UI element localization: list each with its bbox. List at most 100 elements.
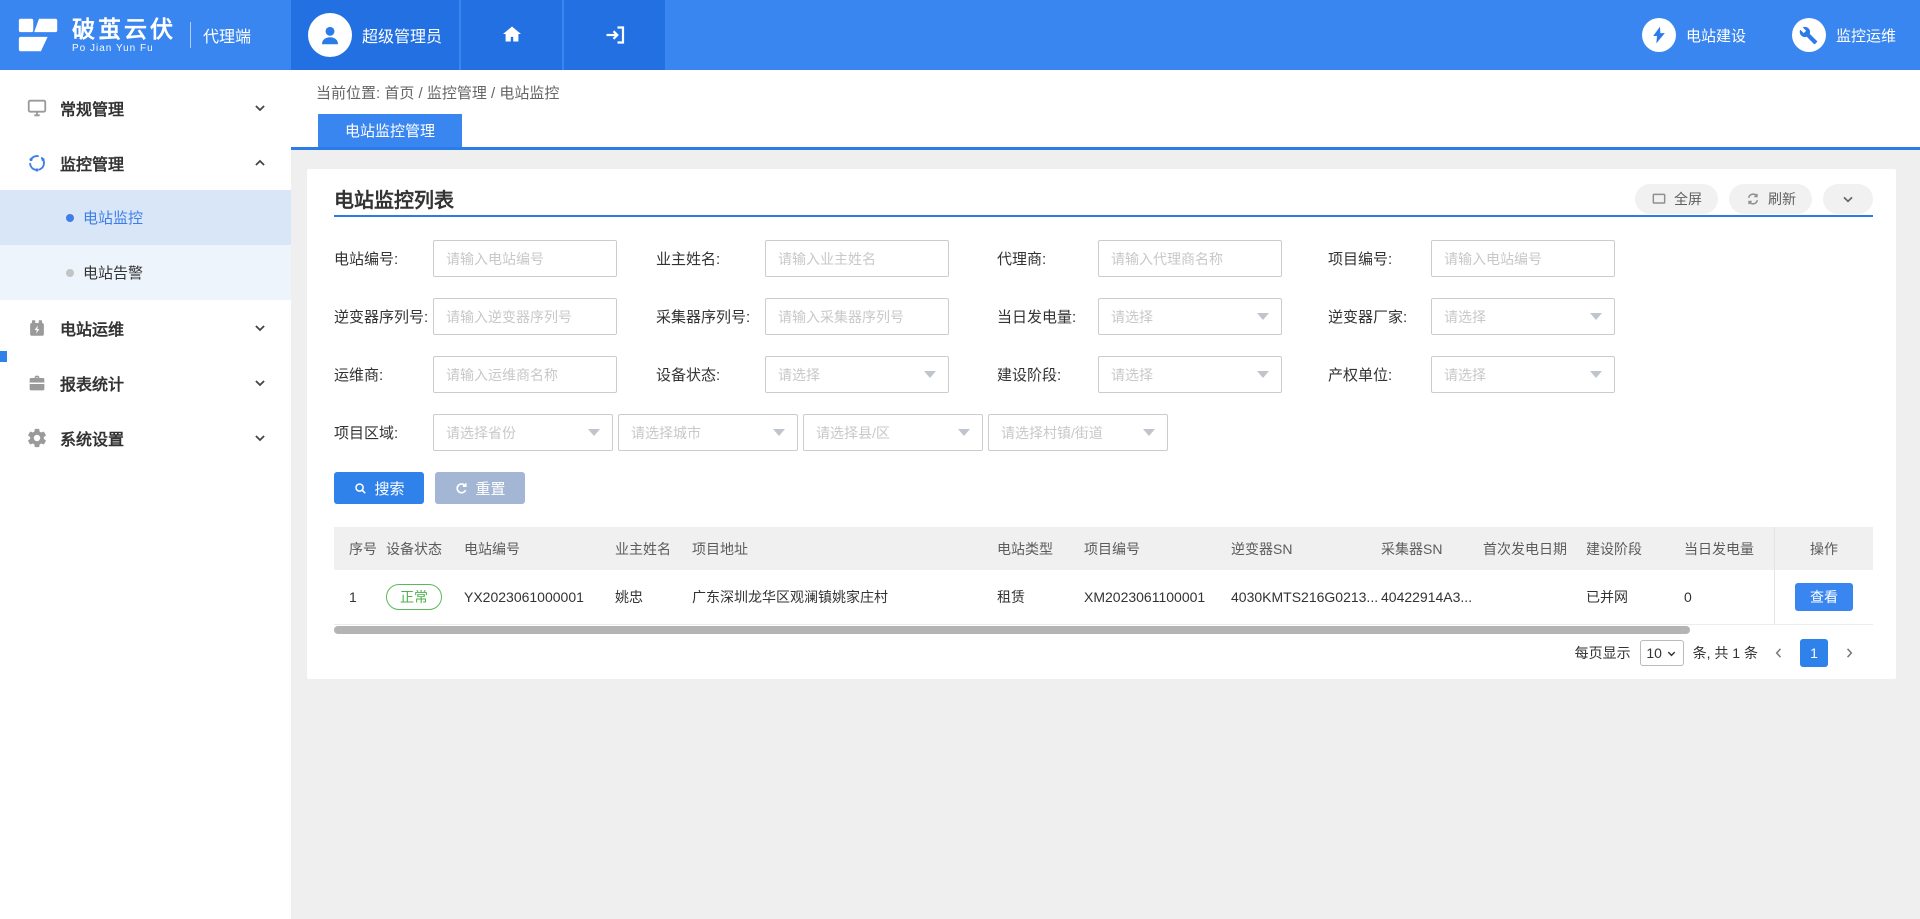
filter-label-daily-generation: 当日发电量: <box>997 306 1098 327</box>
refresh-button[interactable]: 刷新 <box>1729 184 1812 214</box>
reset-button[interactable]: 重置 <box>435 472 525 504</box>
main-area: 当前位置: 首页 / 监控管理 / 电站监控 电站监控管理 电站监控列表 全屏 <box>291 70 1920 919</box>
per-page-label: 每页显示 <box>1575 643 1631 663</box>
tab-station-monitor-management[interactable]: 电站监控管理 <box>318 114 462 147</box>
chevron-down-icon <box>253 321 267 335</box>
col-daily-generation: 当日发电量 <box>1684 539 1774 559</box>
sidebar-scroll-marker <box>0 351 7 362</box>
reset-icon <box>454 481 469 496</box>
chevron-down-icon <box>253 101 267 115</box>
filter-label-ops-provider: 运维商: <box>334 364 433 385</box>
current-user[interactable]: 超级管理员 <box>291 0 459 70</box>
filter-label-device-status: 设备状态: <box>656 364 765 385</box>
select-caret-icon <box>958 429 970 436</box>
select-caret-icon <box>1590 313 1602 320</box>
top-header: 破茧云伏 Po Jian Yun Fu 代理端 超级管理员 <box>0 0 1920 70</box>
filter-label-station-no: 电站编号: <box>334 248 433 269</box>
province-select[interactable]: 请选择省份 <box>433 414 613 451</box>
sidebar-subitem-station-alarm[interactable]: 电站告警 <box>0 245 291 300</box>
gear-icon <box>26 427 48 449</box>
page-number-button[interactable]: 1 <box>1800 639 1828 667</box>
row-station-no: YX2023061000001 <box>464 589 615 605</box>
fullscreen-button[interactable]: 全屏 <box>1635 184 1718 214</box>
collapse-panel-button[interactable] <box>1823 184 1873 214</box>
panel-title: 电站监控列表 <box>334 184 1624 213</box>
bullet-dot-icon <box>66 214 74 222</box>
chevron-up-icon <box>253 156 267 170</box>
county-select[interactable]: 请选择县/区 <box>803 414 983 451</box>
sidebar-item-label: 电站运维 <box>60 316 253 340</box>
daily-generation-select[interactable]: 请选择 <box>1098 298 1282 335</box>
device-status-select[interactable]: 请选择 <box>765 356 949 393</box>
filter-label-project-no: 项目编号: <box>1328 248 1431 269</box>
brand-divider <box>190 22 191 48</box>
filter-label-build-stage: 建设阶段: <box>997 364 1098 385</box>
avatar <box>308 13 352 57</box>
per-page-select[interactable]: 10 <box>1640 640 1684 666</box>
prev-page-icon[interactable] <box>1772 646 1786 660</box>
panel-title-underline <box>334 215 1873 217</box>
logout-button[interactable] <box>564 0 665 70</box>
bullet-dot-icon <box>66 269 74 277</box>
sidebar: 常规管理 监控管理 电站监控 电站告警 <box>0 70 291 919</box>
sidebar-item-report-statistics[interactable]: 报表统计 <box>0 355 291 410</box>
sidebar-subitem-label: 电站监控 <box>83 207 143 228</box>
city-select[interactable]: 请选择城市 <box>618 414 798 451</box>
search-button[interactable]: 搜索 <box>334 472 424 504</box>
filter-label-inverter-sn: 逆变器序列号: <box>334 306 433 327</box>
col-address: 项目地址 <box>692 539 997 559</box>
col-actions: 操作 <box>1774 527 1873 570</box>
scrollbar-thumb[interactable] <box>334 626 1690 634</box>
select-caret-icon <box>1257 371 1269 378</box>
filter-label-project-region: 项目区域: <box>334 422 433 443</box>
col-device-status: 设备状态 <box>386 539 464 559</box>
pagination: 每页显示 10 条, 共 1 条 1 <box>334 638 1873 668</box>
select-chevron-icon <box>1666 648 1677 659</box>
select-caret-icon <box>1257 313 1269 320</box>
row-station-type: 租赁 <box>997 587 1084 607</box>
inverter-sn-input[interactable] <box>433 298 617 335</box>
sidebar-item-general-management[interactable]: 常规管理 <box>0 80 291 135</box>
network-icon <box>26 152 48 174</box>
ops-provider-input[interactable] <box>433 356 617 393</box>
view-button[interactable]: 查看 <box>1795 583 1853 611</box>
select-caret-icon <box>588 429 600 436</box>
sidebar-subitem-label: 电站告警 <box>83 262 143 283</box>
col-build-stage: 建设阶段 <box>1586 539 1684 559</box>
user-icon <box>317 22 343 48</box>
brand-logo-icon <box>16 12 62 58</box>
filter-label-agent: 代理商: <box>997 248 1098 269</box>
monitor-icon <box>26 97 48 119</box>
station-no-input[interactable] <box>433 240 617 277</box>
col-station-no: 电站编号 <box>464 539 615 559</box>
property-unit-select[interactable]: 请选择 <box>1431 356 1615 393</box>
next-page-icon[interactable] <box>1842 646 1856 660</box>
chevron-down-icon <box>1840 191 1856 207</box>
sidebar-subitem-station-monitor[interactable]: 电站监控 <box>0 190 291 245</box>
owner-name-input[interactable] <box>765 240 949 277</box>
row-collector-sn: 40422914A3... <box>1381 589 1483 605</box>
portal-label: 代理端 <box>203 23 251 47</box>
collector-sn-input[interactable] <box>765 298 949 335</box>
col-project-no: 项目编号 <box>1084 539 1231 559</box>
project-no-input[interactable] <box>1431 240 1615 277</box>
brand-name: 破茧云伏 <box>72 17 176 41</box>
agent-input[interactable] <box>1098 240 1282 277</box>
table-header: 序号 设备状态 电站编号 业主姓名 项目地址 电站类型 项目编号 逆变器SN 采… <box>334 527 1873 570</box>
horizontal-scrollbar <box>334 625 1774 634</box>
row-project-no: XM2023061100001 <box>1084 589 1231 605</box>
home-button[interactable] <box>461 0 562 70</box>
row-build-stage: 已并网 <box>1586 587 1684 607</box>
brand-subtitle: Po Jian Yun Fu <box>72 43 176 54</box>
sidebar-item-monitor-management[interactable]: 监控管理 <box>0 135 291 190</box>
quick-action-station-build[interactable]: 电站建设 <box>1642 18 1746 52</box>
inverter-maker-select[interactable]: 请选择 <box>1431 298 1615 335</box>
row-owner: 姚忠 <box>615 587 692 607</box>
sidebar-item-station-ops[interactable]: 电站运维 <box>0 300 291 355</box>
sidebar-item-system-settings[interactable]: 系统设置 <box>0 410 291 465</box>
quick-action-monitor-ops[interactable]: 监控运维 <box>1792 18 1896 52</box>
build-stage-select[interactable]: 请选择 <box>1098 356 1282 393</box>
station-table: 序号 设备状态 电站编号 业主姓名 项目地址 电站类型 项目编号 逆变器SN 采… <box>334 527 1873 634</box>
town-select[interactable]: 请选择村镇/街道 <box>988 414 1168 451</box>
col-collector-sn: 采集器SN <box>1381 539 1483 559</box>
